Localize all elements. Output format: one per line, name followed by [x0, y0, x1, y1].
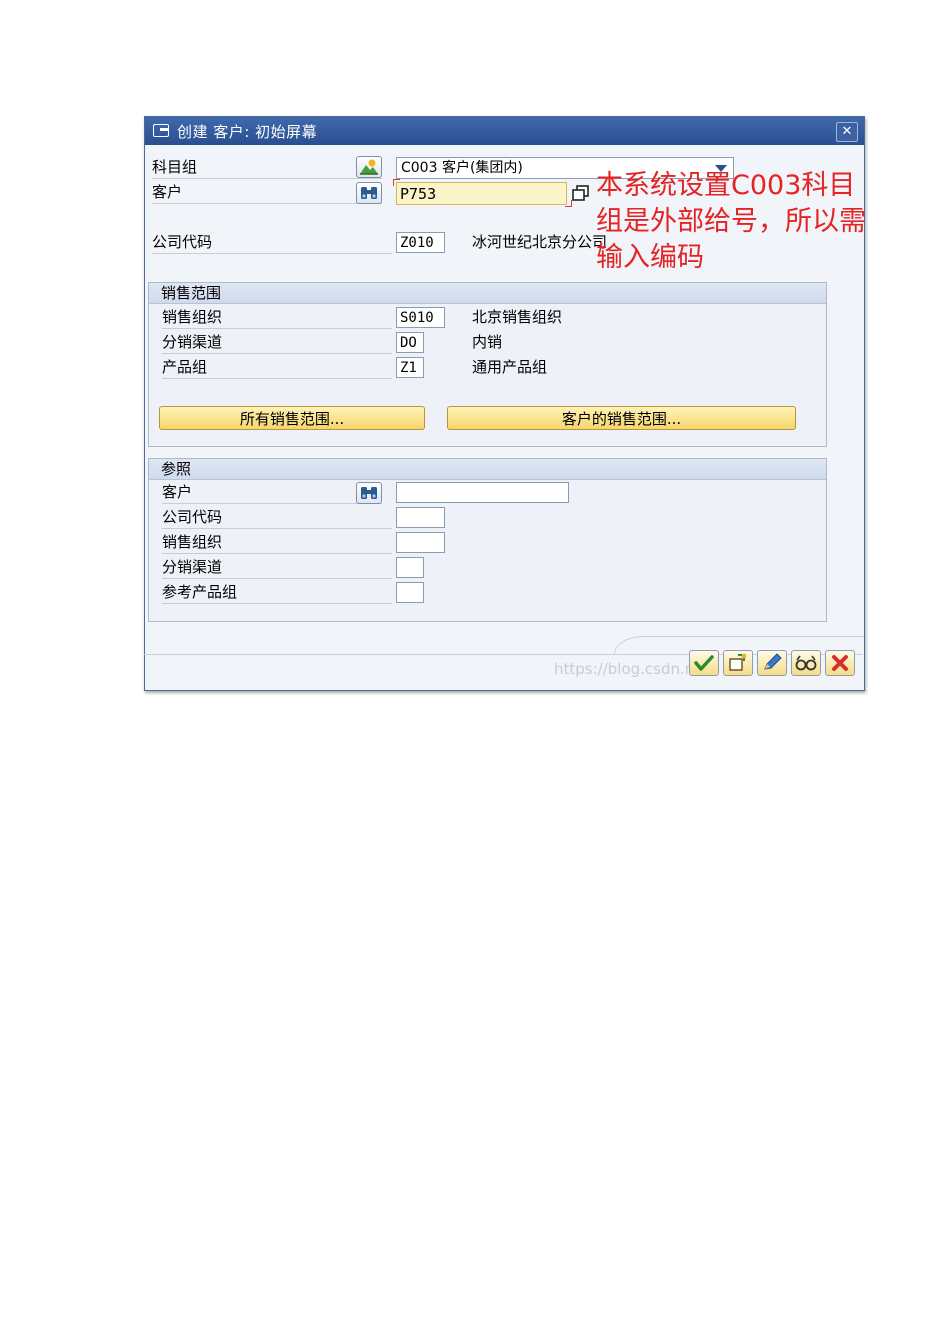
company-code-label: 公司代码 [152, 231, 392, 254]
customer-label: 客户 [152, 181, 382, 204]
reference-header: 参照 [149, 459, 826, 480]
distribution-channel-label: 分销渠道 [162, 331, 392, 354]
ref-customer-label: 客户 [162, 481, 382, 504]
distribution-channel-description: 内销 [472, 333, 503, 351]
account-group-icon-button[interactable] [356, 156, 382, 178]
account-group-label: 科目组 [152, 156, 382, 179]
ref-customer-search-button[interactable] [356, 482, 382, 504]
all-sales-areas-button[interactable]: 所有销售范围... [159, 406, 425, 430]
binoculars-icon [361, 187, 377, 199]
customer-search-button[interactable] [356, 182, 382, 204]
sales-org-description: 北京销售组织 [472, 308, 563, 326]
distribution-channel-field[interactable]: DO [396, 332, 424, 353]
division-label: 产品组 [162, 356, 392, 379]
window-title: 创建 客户: 初始屏幕 [177, 123, 318, 141]
sales-area-title: 销售范围 [161, 284, 222, 302]
close-button[interactable]: ✕ [836, 122, 858, 142]
binoculars-icon [361, 487, 377, 499]
ref-sales-org-label: 销售组织 [162, 531, 392, 554]
ref-customer-field[interactable] [396, 482, 569, 503]
ref-division-label: 参考产品组 [162, 581, 392, 604]
division-field[interactable]: Z1 [396, 357, 424, 378]
ref-sales-org-field[interactable] [396, 532, 445, 553]
company-code-description: 冰河世纪北京分公司 [472, 233, 608, 251]
ref-company-code-field[interactable] [396, 507, 445, 528]
account-group-value: C003 客户(集团内) [401, 160, 523, 176]
company-code-field[interactable]: Z010 [396, 232, 445, 253]
title-bar: 创建 客户: 初始屏幕 ✕ [145, 117, 864, 145]
sales-area-header: 销售范围 [149, 283, 826, 304]
annotation-text: 本系统设置C003科目组是外部给号，所以需输入编码 [596, 170, 866, 273]
required-marker [393, 179, 400, 186]
reference-title: 参照 [161, 460, 192, 478]
ref-distribution-channel-label: 分销渠道 [162, 556, 392, 579]
sales-org-field[interactable]: S010 [396, 307, 445, 328]
ref-distribution-channel-field[interactable] [396, 557, 424, 578]
landscape-icon [360, 159, 378, 175]
copy-icon [572, 185, 589, 201]
customer-sales-areas-button[interactable]: 客户的销售范围... [447, 406, 796, 430]
window-icon [153, 124, 169, 137]
copy-button[interactable] [570, 183, 592, 203]
sales-org-label: 销售组织 [162, 306, 392, 329]
customer-number-field[interactable]: P753 [396, 182, 567, 205]
ref-company-code-label: 公司代码 [162, 506, 392, 529]
division-description: 通用产品组 [472, 358, 548, 376]
ref-division-field[interactable] [396, 582, 424, 603]
